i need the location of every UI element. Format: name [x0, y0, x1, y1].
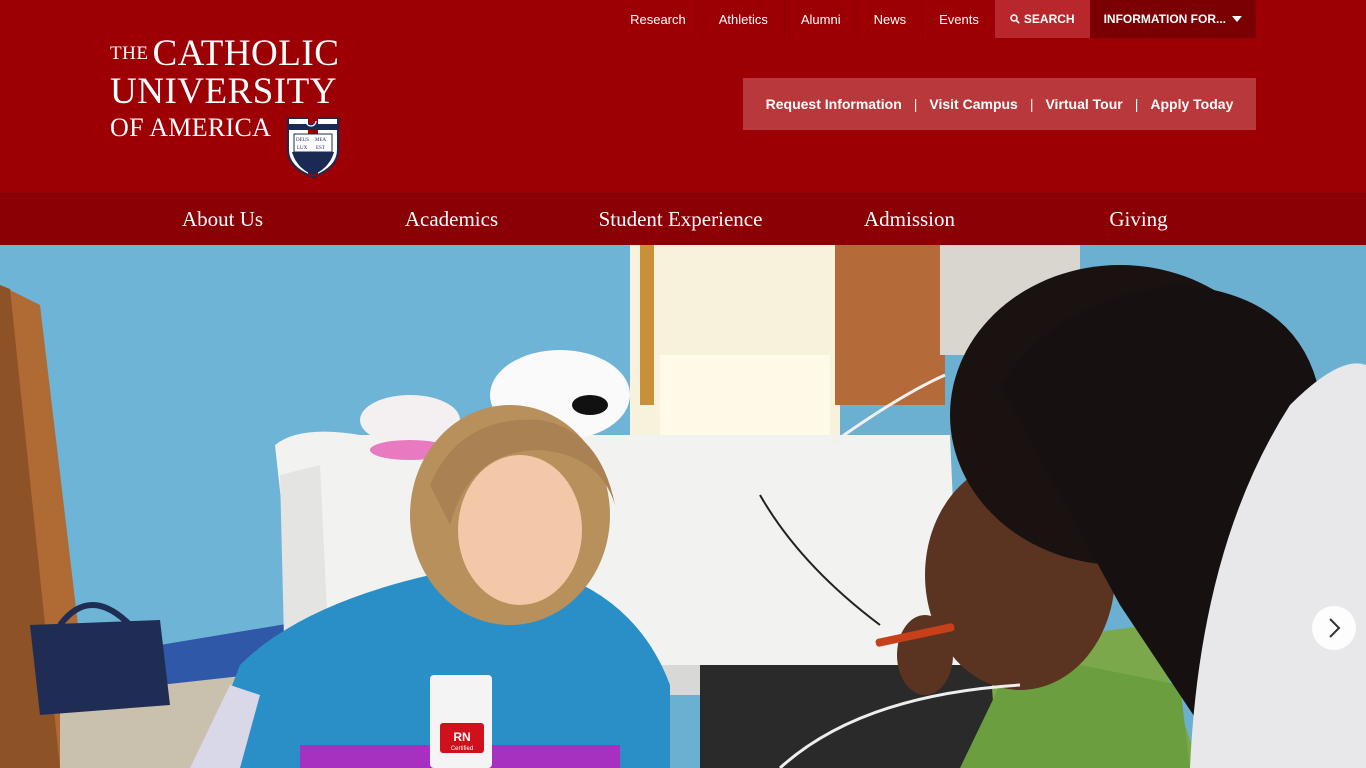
- main-nav-academics[interactable]: Academics: [337, 194, 566, 245]
- site-header: THE CATHOLIC UNIVERSITY OF AMERICA DEUS …: [0, 0, 1366, 193]
- badge-rn: RN: [453, 730, 470, 744]
- main-nav-about-us[interactable]: About Us: [108, 194, 337, 245]
- hero-slideshow: RN Certified: [0, 245, 1366, 768]
- search-label: SEARCH: [1023, 12, 1075, 26]
- caret-down-icon: [1232, 16, 1242, 22]
- main-nav-giving[interactable]: Giving: [1024, 194, 1253, 245]
- cta-visit-campus[interactable]: Visit Campus: [929, 96, 1017, 112]
- main-nav-student-experience[interactable]: Student Experience: [566, 194, 795, 245]
- search-button[interactable]: SEARCH: [994, 0, 1090, 38]
- search-icon: [1010, 14, 1020, 24]
- logo-line1: THE CATHOLIC: [110, 33, 340, 74]
- utility-link-alumni[interactable]: Alumni: [783, 0, 857, 38]
- main-nav-admission[interactable]: Admission: [795, 194, 1024, 245]
- logo-line2: UNIVERSITY: [110, 71, 337, 112]
- chevron-right-icon: [1329, 618, 1341, 638]
- shield-word-2: MEA: [315, 138, 327, 143]
- slideshow-next-button[interactable]: [1312, 606, 1356, 650]
- utility-nav: Research Athletics Alumni News Events SE…: [614, 0, 1256, 38]
- cta-virtual-tour[interactable]: Virtual Tour: [1045, 96, 1122, 112]
- cta-separator: |: [1029, 96, 1034, 112]
- cta-request-information[interactable]: Request Information: [766, 96, 902, 112]
- logo-line3: OF AMERICA: [110, 113, 272, 142]
- utility-link-news[interactable]: News: [856, 0, 923, 38]
- cta-separator: |: [913, 96, 918, 112]
- university-logo[interactable]: THE CATHOLIC UNIVERSITY OF AMERICA DEUS …: [110, 32, 342, 180]
- cta-bar: Request Information | Visit Campus | Vir…: [743, 78, 1256, 130]
- cta-separator: |: [1134, 96, 1139, 112]
- utility-link-events[interactable]: Events: [922, 0, 995, 38]
- cta-apply-today[interactable]: Apply Today: [1150, 96, 1233, 112]
- information-for-label: INFORMATION FOR...: [1103, 12, 1226, 26]
- hero-image: RN Certified: [0, 245, 1366, 768]
- utility-link-athletics[interactable]: Athletics: [701, 0, 784, 38]
- badge-certified: Certified: [451, 746, 473, 752]
- shield-word-3: LUX: [297, 146, 308, 151]
- shield-word-4: EST: [316, 146, 325, 151]
- main-nav: About Us Academics Student Experience Ad…: [0, 193, 1366, 245]
- utility-link-research[interactable]: Research: [614, 0, 702, 38]
- main-nav-spacer: [0, 194, 108, 245]
- shield-icon: DEUS MEA LUX EST: [287, 117, 339, 178]
- shield-word-1: DEUS: [296, 138, 309, 143]
- information-for-dropdown[interactable]: INFORMATION FOR...: [1089, 0, 1256, 38]
